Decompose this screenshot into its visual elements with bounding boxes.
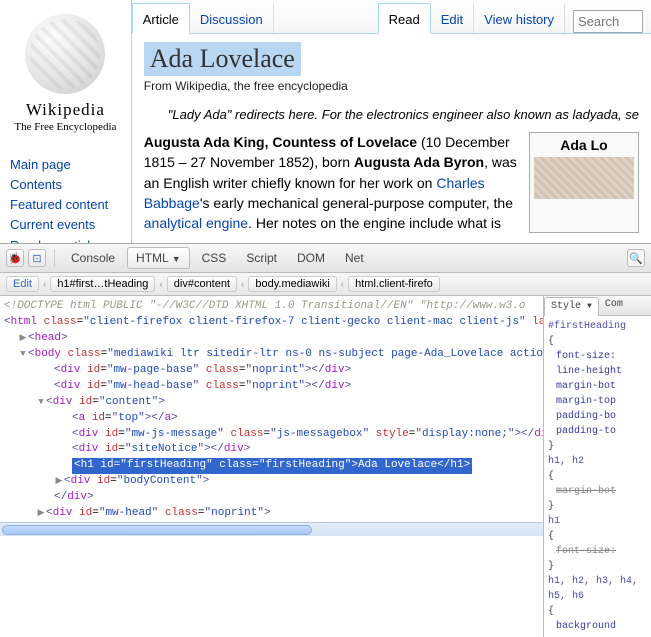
devtab-dom[interactable]: DOM	[289, 248, 333, 268]
tab-edit[interactable]: Edit	[431, 4, 474, 33]
devtab-css[interactable]: CSS	[194, 248, 235, 268]
content-area: Article Discussion Read Edit View histor…	[131, 0, 651, 243]
devtools: 🐞 ⊡ Console HTML▼ CSS Script DOM Net 🔍 E…	[0, 243, 651, 637]
styles-tab-computed[interactable]: Com	[599, 296, 629, 315]
nav-current-events[interactable]: Current events	[10, 215, 131, 235]
logo[interactable]: Wikipedia The Free Encyclopedia	[0, 8, 131, 137]
page-subtitle: From Wikipedia, the free encyclopedia	[144, 79, 639, 93]
redirect-notice: "Lady Ada" redirects here. For the elect…	[168, 107, 639, 122]
devtools-search-icon[interactable]: 🔍	[627, 249, 645, 267]
devtab-html[interactable]: HTML▼	[127, 247, 190, 269]
breadcrumb-item[interactable]: html.client-firefo	[348, 276, 440, 292]
nav-featured-content[interactable]: Featured content	[10, 195, 131, 215]
infobox: Ada Lo	[529, 132, 639, 233]
devtools-toolbar: 🐞 ⊡ Console HTML▼ CSS Script DOM Net 🔍	[0, 244, 651, 273]
firebug-icon[interactable]: 🐞	[6, 249, 24, 267]
search-input[interactable]	[573, 10, 643, 33]
breadcrumb-edit[interactable]: Edit	[6, 276, 39, 292]
styles-panel: Style ▼ Com #firstHeading { font-size: l…	[543, 296, 651, 637]
selected-dom-node[interactable]: <h1 id="firstHeading" class="firstHeadin…	[72, 458, 472, 474]
lead-paragraph: Augusta Ada King, Countess of Lovelace (…	[144, 132, 519, 233]
devtab-net[interactable]: Net	[337, 248, 372, 268]
link-analytical-engine[interactable]: analytical engine	[144, 215, 248, 231]
nav-main-page[interactable]: Main page	[10, 155, 131, 175]
dom-tree[interactable]: <!DOCTYPE html PUBLIC "-//W3C//DTD XHTML…	[0, 296, 543, 637]
text-run: . Her notes on the engine include what i…	[248, 215, 501, 231]
doctype-line: <!DOCTYPE html PUBLIC "-//W3C//DTD XHTML…	[4, 300, 526, 312]
devtools-breadcrumb: Edit ‹ h1#first…tHeading ‹ div#content ‹…	[0, 273, 651, 296]
tagline: The Free Encyclopedia	[0, 121, 131, 133]
page-tabs: Article Discussion Read Edit View histor…	[132, 0, 651, 34]
wordmark: Wikipedia	[0, 100, 131, 120]
wikipedia-globe-icon	[25, 14, 105, 94]
bold-run: Augusta Ada King, Countess of Lovelace	[144, 134, 417, 150]
inspect-icon[interactable]: ⊡	[28, 249, 46, 267]
bold-run: Augusta Ada Byron	[354, 154, 484, 170]
breadcrumb-item[interactable]: div#content	[167, 276, 237, 292]
tab-article[interactable]: Article	[132, 3, 190, 34]
nav: Main page Contents Featured content Curr…	[0, 155, 131, 256]
styles-body[interactable]: #firstHeading { font-size: line-height m…	[544, 316, 651, 637]
devtab-console[interactable]: Console	[63, 248, 123, 268]
styles-tab-style[interactable]: Style ▼	[544, 297, 599, 316]
nav-contents[interactable]: Contents	[10, 175, 131, 195]
search	[565, 10, 651, 33]
article: Ada Lovelace From Wikipedia, the free en…	[132, 34, 651, 243]
breadcrumb-item[interactable]: body.mediawiki	[248, 276, 336, 292]
infobox-title: Ada Lo	[560, 137, 607, 153]
infobox-image	[534, 157, 634, 199]
tab-read[interactable]: Read	[378, 3, 431, 34]
devtab-script[interactable]: Script	[238, 248, 285, 268]
page-title: Ada Lovelace	[144, 42, 301, 76]
horizontal-scrollbar[interactable]	[0, 522, 543, 536]
breadcrumb-item[interactable]: h1#first…tHeading	[50, 276, 155, 292]
text-run: 's early mechanical general-purpose comp…	[200, 195, 513, 211]
tab-history[interactable]: View history	[474, 4, 565, 33]
sidebar: Wikipedia The Free Encyclopedia Main pag…	[0, 0, 131, 243]
tab-discussion[interactable]: Discussion	[190, 4, 274, 33]
